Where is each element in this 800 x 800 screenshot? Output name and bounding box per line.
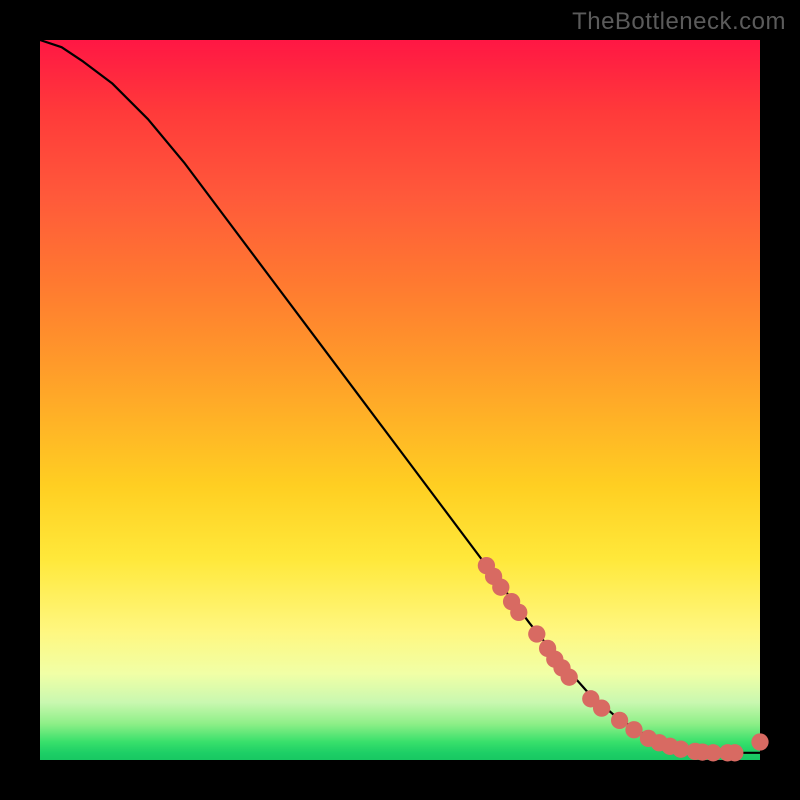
marker-dot — [726, 744, 743, 761]
marker-dot — [561, 669, 578, 686]
marker-dot — [510, 604, 527, 621]
plot-svg — [40, 40, 760, 760]
marker-dot — [593, 700, 610, 717]
watermark-text: TheBottleneck.com — [572, 8, 786, 36]
curve-line — [40, 40, 760, 753]
marker-dot — [625, 721, 642, 738]
marker-dot — [611, 712, 628, 729]
chart-stage: TheBottleneck.com — [0, 0, 800, 800]
plot-area — [40, 40, 760, 760]
marker-dot — [492, 579, 509, 596]
marker-dot — [528, 625, 545, 642]
marker-dot — [751, 733, 768, 750]
marker-group — [478, 557, 769, 761]
